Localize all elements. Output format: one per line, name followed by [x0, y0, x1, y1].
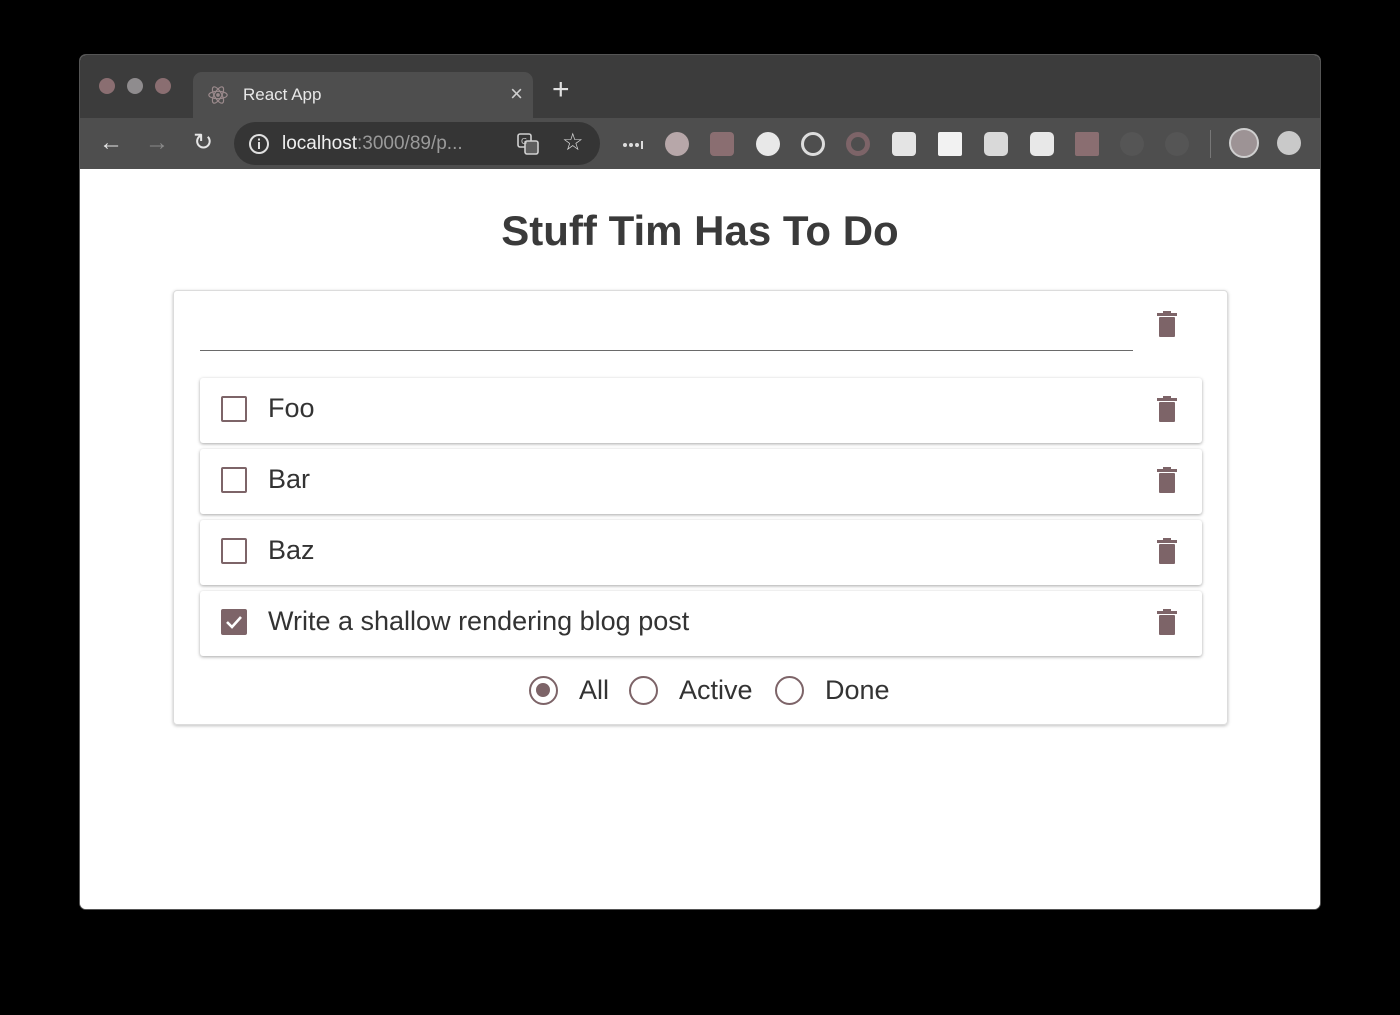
tab-title: React App — [243, 85, 322, 104]
browser-window: React App × + ← → ↻ localhost:3000/89/p.… — [80, 55, 1320, 909]
url-text[interactable]: localhost:3000/89/p... — [282, 133, 463, 155]
s-icon[interactable] — [1030, 132, 1054, 156]
hidden-extension-icon-1[interactable] — [1120, 132, 1144, 156]
hidden-extension-icon-2[interactable] — [1165, 132, 1189, 156]
info-icon[interactable] — [248, 133, 270, 155]
forward-arrow-icon[interactable]: → — [142, 128, 172, 158]
url-host: localhost — [282, 133, 357, 154]
todo-item: Bar — [200, 449, 1202, 514]
todo-text: Bar — [268, 464, 311, 494]
todo-text: Baz — [268, 535, 315, 565]
todo-checkbox[interactable] — [221, 396, 247, 422]
back-arrow-icon[interactable]: ← — [96, 128, 126, 158]
page-title: Stuff Tim Has To Do — [501, 207, 899, 254]
close-tab-icon[interactable]: × — [510, 81, 523, 107]
filter-radio-active[interactable] — [629, 676, 658, 705]
url-path: :3000/89/p... — [357, 133, 463, 154]
todo-card: Foo Bar Baz Write a shallow rendering blog … — [173, 290, 1228, 725]
video-icon[interactable] — [984, 132, 1008, 156]
eye-icon[interactable] — [756, 132, 780, 156]
ring-icon[interactable] — [846, 132, 870, 156]
filter-label-active[interactable]: Active — [679, 675, 753, 706]
filter-radio-done[interactable] — [775, 676, 804, 705]
title-bar: React App × + — [80, 55, 1320, 118]
todo-checkbox[interactable] — [221, 467, 247, 493]
bookmark-star-icon[interactable]: ☆ — [562, 128, 584, 157]
todo-item: Foo — [200, 378, 1202, 443]
translate-icon[interactable]: G — [516, 132, 540, 156]
svg-text:G: G — [521, 137, 527, 146]
trash-icon[interactable] — [1157, 311, 1177, 337]
browser-toolbar: ← → ↻ localhost:3000/89/p... G ☆ — [80, 118, 1320, 169]
trash-icon[interactable] — [1157, 396, 1177, 422]
filter-label-all[interactable]: All — [579, 675, 609, 706]
trash-icon[interactable] — [1157, 609, 1177, 635]
todo-item: Baz — [200, 520, 1202, 585]
react-logo-icon — [208, 86, 228, 104]
filter-radio-all[interactable] — [529, 676, 558, 705]
todo-checkbox[interactable] — [221, 538, 247, 564]
new-tab-button[interactable]: + — [552, 75, 570, 105]
maximize-window-button[interactable] — [155, 78, 171, 94]
tab-react-app[interactable]: React App × — [193, 72, 533, 118]
trash-icon[interactable] — [1157, 467, 1177, 493]
avatar[interactable] — [1229, 128, 1259, 158]
trash-icon[interactable] — [1157, 538, 1177, 564]
address-bar[interactable]: localhost:3000/89/p... G ☆ — [234, 122, 600, 165]
filter-label-done[interactable]: Done — [825, 675, 890, 706]
todo-text: Foo — [268, 393, 315, 423]
hand-icon[interactable] — [665, 132, 689, 156]
book-icon[interactable] — [938, 132, 962, 156]
page-content: Stuff Tim Has To Do Foo Bar Baz Write a sha… — [80, 169, 1320, 909]
target-icon[interactable] — [801, 132, 825, 156]
menu-dots-icon[interactable] — [620, 132, 644, 156]
minimize-window-button[interactable] — [127, 78, 143, 94]
close-window-button[interactable] — [99, 78, 115, 94]
todo-item: Write a shallow rendering blog post — [200, 591, 1202, 656]
profile-menu-icon[interactable] — [1277, 131, 1301, 155]
briefcase-icon[interactable] — [1075, 132, 1099, 156]
paw-icon[interactable] — [710, 132, 734, 156]
grid-icon[interactable] — [892, 132, 916, 156]
checkmark-icon — [226, 616, 242, 629]
new-todo-input[interactable] — [200, 307, 1133, 351]
reload-icon[interactable]: ↻ — [188, 128, 218, 158]
toolbar-divider — [1210, 130, 1211, 158]
todo-checkbox[interactable] — [221, 609, 247, 635]
todo-text: Write a shallow rendering blog post — [268, 606, 690, 636]
